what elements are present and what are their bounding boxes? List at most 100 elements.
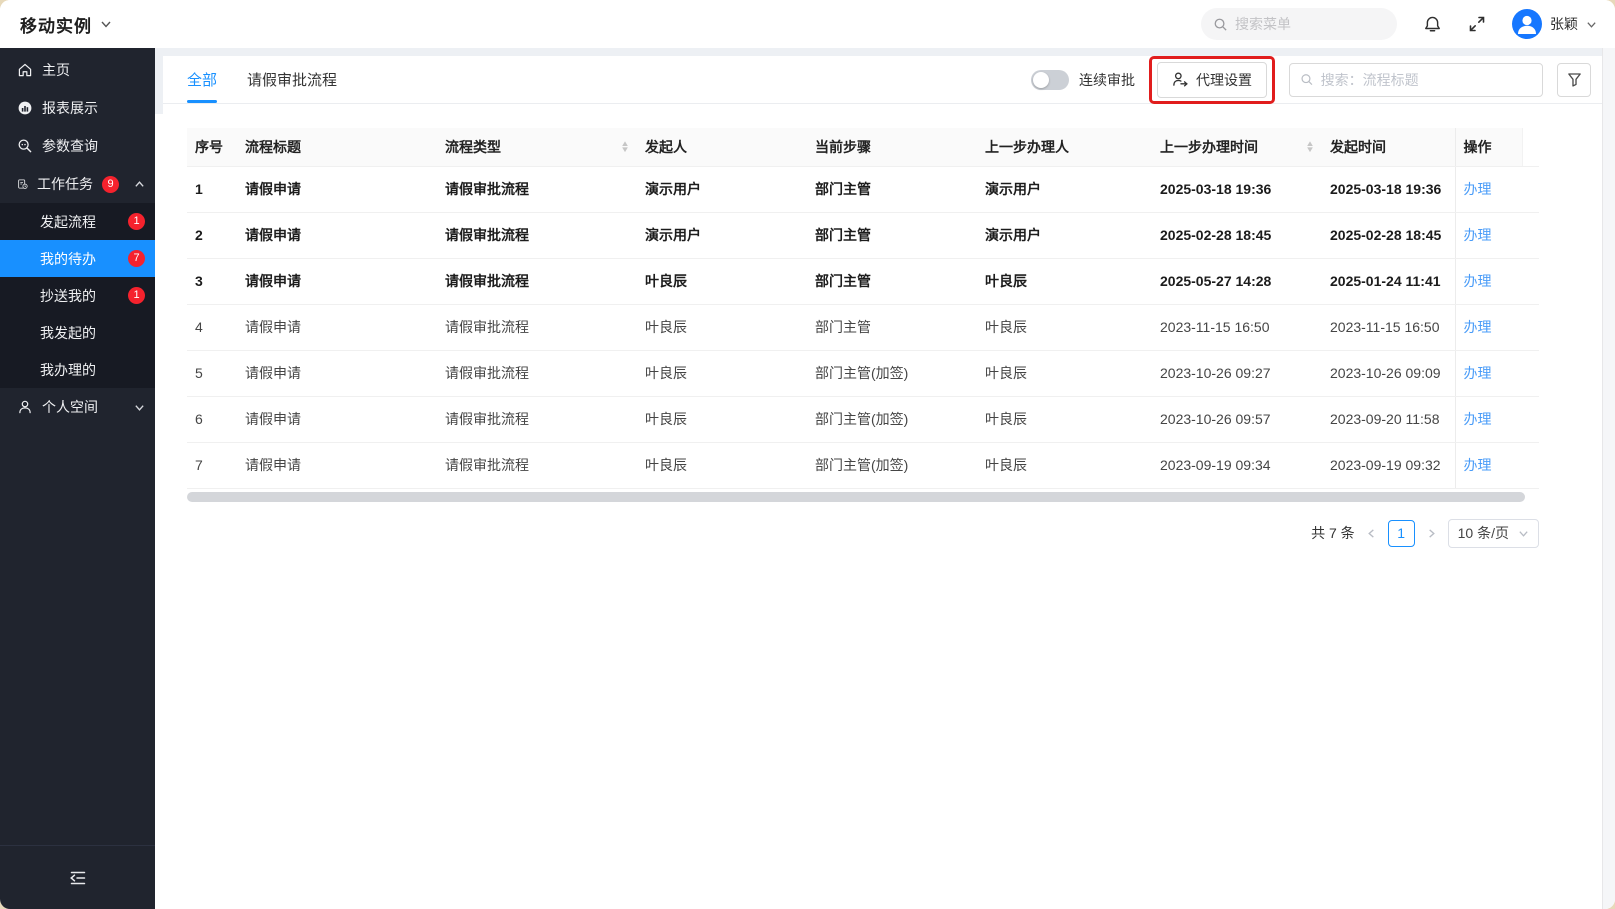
work-tasks-submenu: 发起流程 1 我的待办 7 抄送我的 1 我发起的 我办理的 bbox=[0, 203, 155, 388]
chevron-left-icon bbox=[1367, 528, 1374, 538]
home-icon bbox=[18, 63, 32, 77]
sidebar-item-label: 工作任务 bbox=[37, 176, 93, 192]
sort-icon[interactable]: ▲ ▼ bbox=[1305, 139, 1315, 153]
app-title-chevron-down-icon[interactable] bbox=[100, 18, 112, 30]
table-row[interactable]: 3 请假申请 请假审批流程 叶良辰 部门主管 叶良辰 2025-05-27 14:28 202… bbox=[187, 258, 1539, 305]
page-number-1[interactable]: 1 bbox=[1387, 519, 1415, 547]
menu-search[interactable] bbox=[1201, 8, 1397, 40]
col-header-action: 操作 bbox=[1454, 128, 1522, 167]
tab-leave-approval-process[interactable]: 请假审批流程 bbox=[247, 56, 337, 103]
horizontal-scrollbar bbox=[187, 491, 1539, 502]
total-count: 共 7 条 bbox=[1311, 525, 1355, 541]
col-header-initiator: 发起人 bbox=[637, 128, 807, 167]
handle-link[interactable]: 办理 bbox=[1464, 319, 1492, 335]
page-size-select[interactable]: 10 条/页 bbox=[1447, 518, 1539, 548]
tab-all[interactable]: 全部 bbox=[187, 56, 218, 103]
funnel-icon bbox=[1567, 73, 1581, 87]
page-size-value: 10 条/页 bbox=[1457, 525, 1509, 541]
col-header-prev-time: 上一步办理时间 ▲ ▼ bbox=[1152, 128, 1322, 167]
table-row[interactable]: 7 请假申请 请假审批流程 叶良辰 部门主管(加签) 叶良辰 2023-09-19 09:3… bbox=[187, 442, 1539, 489]
next-page-button[interactable] bbox=[1424, 528, 1439, 539]
avatar bbox=[1512, 9, 1542, 39]
continuous-approval-label: 连续审批 bbox=[1079, 71, 1135, 88]
sidebar-item-started-by-me[interactable]: 我发起的 bbox=[0, 314, 155, 351]
sidebar-item-label: 我的待办 bbox=[40, 250, 96, 267]
handle-link[interactable]: 办理 bbox=[1464, 365, 1492, 381]
col-header-prev-handler: 上一步办理人 bbox=[977, 128, 1152, 167]
horizontal-scrollbar-thumb[interactable] bbox=[187, 491, 1525, 502]
task-table: 序号 流程标题 流程类型 ▲ ▼ 发起人 当前步骤 上一步办理人 上一步办理时间 ▲ ▼ bbox=[187, 128, 1539, 489]
col-header-start-time: 发起时间 bbox=[1322, 128, 1455, 167]
handle-link[interactable]: 办理 bbox=[1464, 411, 1492, 427]
sidebar-item-label: 我办理的 bbox=[40, 361, 96, 378]
flow-title-search[interactable] bbox=[1289, 62, 1543, 97]
sidebar: 主页 报表展示 参数查询 工作任务 9 发起流程 1 我的待办 7 抄送我的 1… bbox=[0, 48, 155, 909]
flow-title-search-input[interactable] bbox=[1320, 71, 1532, 88]
sort-icon[interactable]: ▲ ▼ bbox=[620, 139, 630, 153]
page-scrollbar[interactable] bbox=[1602, 48, 1615, 909]
col-header-no: 序号 bbox=[187, 128, 237, 167]
sidebar-item-parameter-query[interactable]: 参数查询 bbox=[0, 127, 155, 165]
notification-bell-icon[interactable] bbox=[1423, 15, 1442, 34]
sidebar-item-label: 我发起的 bbox=[40, 324, 96, 341]
table-row[interactable]: 4 请假申请 请假审批流程 叶良辰 部门主管 叶良辰 2023-11-15 16:50 202… bbox=[187, 304, 1539, 351]
cc-to-me-badge: 1 bbox=[128, 287, 145, 304]
handle-link[interactable]: 办理 bbox=[1464, 457, 1492, 473]
col-header-title: 流程标题 bbox=[237, 128, 437, 167]
user-menu[interactable]: 张颖 bbox=[1512, 9, 1597, 39]
app-title[interactable]: 移动实例 bbox=[20, 12, 92, 37]
app-window: 移动实例 张颖 bbox=[0, 0, 1615, 909]
chevron-down-icon bbox=[1519, 530, 1528, 537]
report-chart-icon bbox=[18, 101, 32, 115]
search-icon bbox=[1301, 74, 1313, 86]
sidebar-item-cc-to-me[interactable]: 抄送我的 1 bbox=[0, 277, 155, 314]
sidebar-item-my-todo[interactable]: 我的待办 7 bbox=[0, 240, 155, 277]
filter-button[interactable] bbox=[1557, 62, 1591, 97]
handle-link[interactable]: 办理 bbox=[1464, 181, 1492, 197]
task-table-zone: 序号 流程标题 流程类型 ▲ ▼ 发起人 当前步骤 上一步办理人 上一步办理时间 ▲ ▼ bbox=[187, 128, 1539, 548]
start-process-badge: 1 bbox=[128, 213, 145, 230]
task-count-badge: 9 bbox=[102, 175, 119, 193]
menu-search-input[interactable] bbox=[1235, 16, 1385, 32]
left-gutter bbox=[155, 56, 163, 114]
col-header-filler bbox=[1521, 128, 1539, 167]
prev-page-button[interactable] bbox=[1364, 528, 1379, 539]
sidebar-item-work-tasks[interactable]: 工作任务 9 bbox=[0, 165, 155, 203]
chevron-down-icon bbox=[134, 402, 145, 413]
user-chevron-down-icon bbox=[1587, 21, 1596, 28]
handle-link[interactable]: 办理 bbox=[1464, 273, 1492, 289]
table-header-row: 序号 流程标题 流程类型 ▲ ▼ 发起人 当前步骤 上一步办理人 上一步办理时间 ▲ ▼ bbox=[187, 128, 1539, 167]
col-header-step: 当前步骤 bbox=[807, 128, 977, 167]
sidebar-item-personal-space[interactable]: 个人空间 bbox=[0, 388, 155, 426]
search-icon bbox=[1214, 18, 1227, 31]
sidebar-item-handled-by-me[interactable]: 我办理的 bbox=[0, 351, 155, 388]
table-row[interactable]: 1 请假申请 请假审批流程 演示用户 部门主管 演示用户 2025-03-18 19:36 2… bbox=[187, 166, 1539, 213]
agent-settings-button[interactable]: 代理设置 bbox=[1157, 61, 1267, 98]
sidebar-item-start-process[interactable]: 发起流程 1 bbox=[0, 203, 155, 240]
col-header-type: 流程类型 ▲ ▼ bbox=[437, 128, 637, 167]
handle-link[interactable]: 办理 bbox=[1464, 227, 1492, 243]
person-icon bbox=[19, 400, 31, 414]
query-search-icon bbox=[18, 139, 32, 153]
user-name: 张颖 bbox=[1550, 16, 1578, 32]
table-row[interactable]: 6 请假申请 请假审批流程 叶良辰 部门主管(加签) 叶良辰 2023-10-26 09:5… bbox=[187, 396, 1539, 443]
chevron-right-icon bbox=[1428, 528, 1435, 538]
table-row[interactable]: 2 请假申请 请假审批流程 演示用户 部门主管 演示用户 2025-02-28 18:45 2… bbox=[187, 212, 1539, 259]
top-gutter bbox=[155, 48, 1615, 56]
sidebar-item-reports[interactable]: 报表展示 bbox=[0, 89, 155, 127]
fullscreen-icon[interactable] bbox=[1468, 15, 1486, 33]
topbar: 移动实例 张颖 bbox=[0, 0, 1615, 48]
sidebar-item-label: 参数查询 bbox=[42, 138, 98, 154]
agent-settings-label: 代理设置 bbox=[1196, 71, 1252, 88]
sidebar-item-label: 发起流程 bbox=[40, 213, 96, 230]
my-todo-badge: 7 bbox=[128, 250, 145, 267]
table-row[interactable]: 5 请假申请 请假审批流程 叶良辰 部门主管(加签) 叶良辰 2023-10-26 09:2… bbox=[187, 350, 1539, 397]
sidebar-item-home[interactable]: 主页 bbox=[0, 51, 155, 89]
continuous-approval-toggle[interactable] bbox=[1031, 69, 1069, 90]
sidebar-item-label: 个人空间 bbox=[42, 399, 98, 415]
sidebar-item-label: 主页 bbox=[42, 62, 70, 78]
sidebar-item-label: 抄送我的 bbox=[40, 287, 96, 304]
chevron-up-icon bbox=[134, 179, 145, 190]
pagination: 共 7 条 1 10 条/页 bbox=[187, 518, 1539, 548]
sidebar-collapse-button[interactable] bbox=[0, 845, 155, 909]
